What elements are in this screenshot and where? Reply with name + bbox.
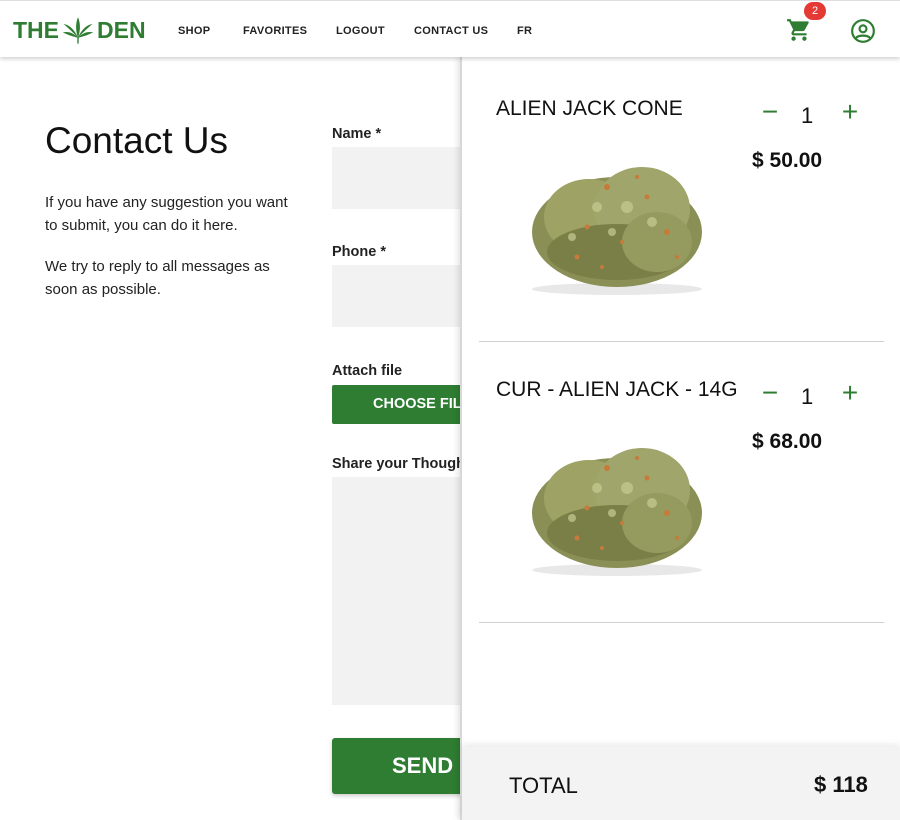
logo-text-den: DEN: [97, 16, 146, 43]
item-price: $ 68.00: [752, 430, 823, 453]
cart-total-bar: TOTAL $ 118: [462, 747, 900, 820]
account-circle-icon[interactable]: [850, 18, 876, 44]
logo-text-the: THE: [13, 16, 59, 43]
attach-file-label: Attach file: [332, 363, 403, 379]
logo[interactable]: THE DEN: [13, 15, 146, 45]
item-quantity: 1: [801, 103, 814, 128]
nav-contact-us[interactable]: CONTACT US: [414, 25, 488, 37]
cart-drawer: ALIEN JACK CONE − 1 + $ 50.00 CUR - ALIE…: [460, 57, 900, 820]
nav-favorites[interactable]: FAVORITES: [243, 25, 307, 37]
shopping-cart-icon[interactable]: [786, 17, 812, 43]
nav-logout[interactable]: LOGOUT: [336, 25, 385, 37]
item-quantity: 1: [801, 384, 814, 409]
name-label: Name *: [332, 126, 382, 142]
item-price: $ 50.00: [752, 149, 823, 172]
product-image: [532, 448, 702, 576]
cart-count-badge: 2: [804, 2, 826, 20]
decrease-quantity-button[interactable]: −: [758, 379, 782, 407]
thoughts-label: Share your Though: [332, 456, 465, 472]
nav-shop[interactable]: SHOP: [178, 25, 210, 37]
item-name: ALIEN JACK CONE: [496, 97, 683, 120]
total-value: $ 118: [814, 772, 868, 797]
contact-reply-note: We try to reply to all messages as soon …: [45, 258, 270, 298]
cannabis-leaf-icon: [62, 17, 94, 44]
product-image: [532, 167, 702, 295]
nav-language-fr[interactable]: FR: [517, 25, 532, 37]
page-title: Contact Us: [45, 120, 229, 161]
contact-description: If you have any suggestion you want to s…: [45, 194, 288, 234]
increase-quantity-button[interactable]: +: [838, 379, 862, 407]
top-navbar: THE DEN SHOP FAVORITES LOGOUT CONTACT US…: [0, 0, 900, 57]
increase-quantity-button[interactable]: +: [838, 98, 862, 126]
phone-label: Phone *: [332, 244, 386, 260]
decrease-quantity-button[interactable]: −: [758, 98, 782, 126]
cart-item: CUR - ALIEN JACK - 14G − 1 + $ 68.00: [479, 342, 884, 623]
item-name: CUR - ALIEN JACK - 14G: [496, 378, 738, 401]
total-label: TOTAL: [509, 773, 578, 798]
cart-item: ALIEN JACK CONE − 1 + $ 50.00: [479, 61, 884, 342]
